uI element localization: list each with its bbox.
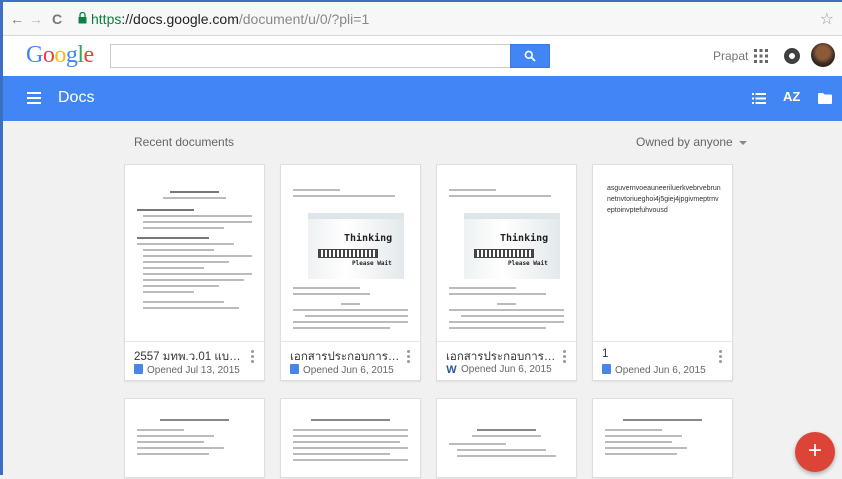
- document-opened-date: Opened Jul 13, 2015: [134, 364, 240, 376]
- apps-grid-icon[interactable]: [754, 49, 768, 63]
- google-docs-icon: [134, 364, 143, 374]
- opened-text: Opened Jun 6, 2015: [303, 365, 394, 376]
- document-card[interactable]: [280, 398, 421, 478]
- logo-letter: g: [65, 42, 78, 68]
- google-header: Google Prapat: [3, 36, 842, 76]
- list-view-icon[interactable]: [752, 93, 766, 104]
- document-meta: 2557 มทพ.ว.01 แบบเสนอโ... Opened Jul 13,…: [125, 341, 264, 382]
- document-thumbnail: [125, 165, 264, 341]
- search-icon: [524, 50, 536, 62]
- menu-icon[interactable]: [27, 92, 41, 104]
- google-docs-icon: [290, 364, 299, 374]
- more-options-icon[interactable]: [719, 350, 723, 366]
- window-frame-top: [0, 0, 842, 2]
- owner-filter-dropdown[interactable]: Owned by anyone: [636, 135, 747, 149]
- document-thumbnail: Thinking Please Wait: [437, 165, 576, 341]
- document-title: 1: [602, 348, 609, 360]
- document-opened-date: Opened Jun 6, 2015: [290, 364, 394, 376]
- notifications-icon[interactable]: [784, 48, 800, 64]
- owner-filter-label: Owned by anyone: [636, 135, 733, 149]
- logo-letter: o: [42, 42, 55, 68]
- window-frame-left: [0, 0, 3, 475]
- document-thumbnail: [437, 399, 576, 479]
- app-title[interactable]: Docs: [58, 89, 94, 107]
- google-docs-icon: [602, 364, 611, 374]
- lock-icon: [78, 12, 87, 24]
- document-preview-text: asguvernvoeauneeriluerkvebrvebrunnetnvto…: [607, 185, 721, 214]
- app-bar: Docs AZ: [3, 76, 842, 121]
- document-card[interactable]: Thinking Please Wait เอกสารประกอบการส_มล…: [280, 164, 421, 381]
- url-path: /document/u/0/?pli=1: [238, 11, 370, 27]
- thinking-text: Thinking: [500, 233, 549, 244]
- document-card[interactable]: [436, 398, 577, 478]
- star-icon[interactable]: ☆: [820, 9, 834, 29]
- document-card[interactable]: [124, 398, 265, 478]
- document-thumbnail: [281, 399, 420, 479]
- more-options-icon[interactable]: [407, 350, 411, 366]
- document-thumbnail: asguvernvoeauneeriluerkvebrvebrunnetnvto…: [593, 165, 732, 341]
- opened-text: Opened Jul 13, 2015: [147, 365, 240, 376]
- word-icon: W: [446, 364, 457, 376]
- document-meta: 1 Opened Jun 6, 2015: [593, 341, 732, 382]
- logo-letter: G: [26, 42, 43, 68]
- document-card[interactable]: asguvernvoeauneeriluerkvebrvebrunnetnvto…: [592, 164, 733, 381]
- document-meta: เอกสารประกอบการส_มลมา... WOpened Jun 6, …: [437, 341, 576, 382]
- opened-text: Opened Jun 6, 2015: [615, 365, 706, 376]
- avatar[interactable]: [811, 43, 835, 67]
- user-name[interactable]: Prapat: [713, 49, 748, 63]
- sort-az-icon[interactable]: AZ: [783, 89, 800, 104]
- document-thumbnail: Thinking Please Wait: [281, 165, 420, 341]
- google-logo[interactable]: Google: [26, 41, 94, 69]
- browser-address-bar: ← → C https://docs.google.com/document/u…: [3, 2, 842, 36]
- section-title: Recent documents: [134, 135, 235, 149]
- forward-icon[interactable]: →: [29, 11, 43, 27]
- document-thumbnail: [593, 399, 732, 479]
- new-document-button[interactable]: +: [795, 432, 835, 472]
- url-scheme: https: [91, 11, 122, 27]
- logo-letter: o: [54, 42, 66, 68]
- document-meta: เอกสารประกอบการส_มลมา Opened Jun 6, 2015: [281, 341, 420, 382]
- search-button[interactable]: [510, 44, 550, 68]
- please-wait-text: Please Wait: [352, 260, 392, 267]
- reload-icon[interactable]: C: [52, 11, 62, 27]
- thinking-image: Thinking Please Wait: [308, 213, 404, 279]
- thinking-text: Thinking: [344, 233, 393, 244]
- more-options-icon[interactable]: [251, 350, 255, 366]
- folder-icon[interactable]: [818, 93, 832, 104]
- url-field[interactable]: https://docs.google.com/document/u/0/?pl…: [91, 11, 369, 27]
- document-opened-date: W Opened Jun 6, 2015: [446, 364, 552, 376]
- search-input[interactable]: [110, 44, 510, 68]
- back-icon[interactable]: ←: [10, 11, 24, 27]
- opened-text: Opened Jun 6, 2015: [461, 364, 552, 375]
- document-opened-date: Opened Jun 6, 2015: [602, 364, 706, 376]
- chevron-down-icon: [738, 140, 747, 145]
- please-wait-text: Please Wait: [508, 260, 548, 267]
- document-card[interactable]: [592, 398, 733, 478]
- document-card[interactable]: 2557 มทพ.ว.01 แบบเสนอโ... Opened Jul 13,…: [124, 164, 265, 381]
- document-thumbnail: [125, 399, 264, 479]
- document-card[interactable]: Thinking Please Wait เอกสารประกอบการส_มล…: [436, 164, 577, 381]
- logo-letter: e: [83, 42, 95, 68]
- thinking-image: Thinking Please Wait: [464, 213, 560, 279]
- more-options-icon[interactable]: [563, 350, 567, 366]
- url-host: ://docs.google.com: [121, 11, 239, 27]
